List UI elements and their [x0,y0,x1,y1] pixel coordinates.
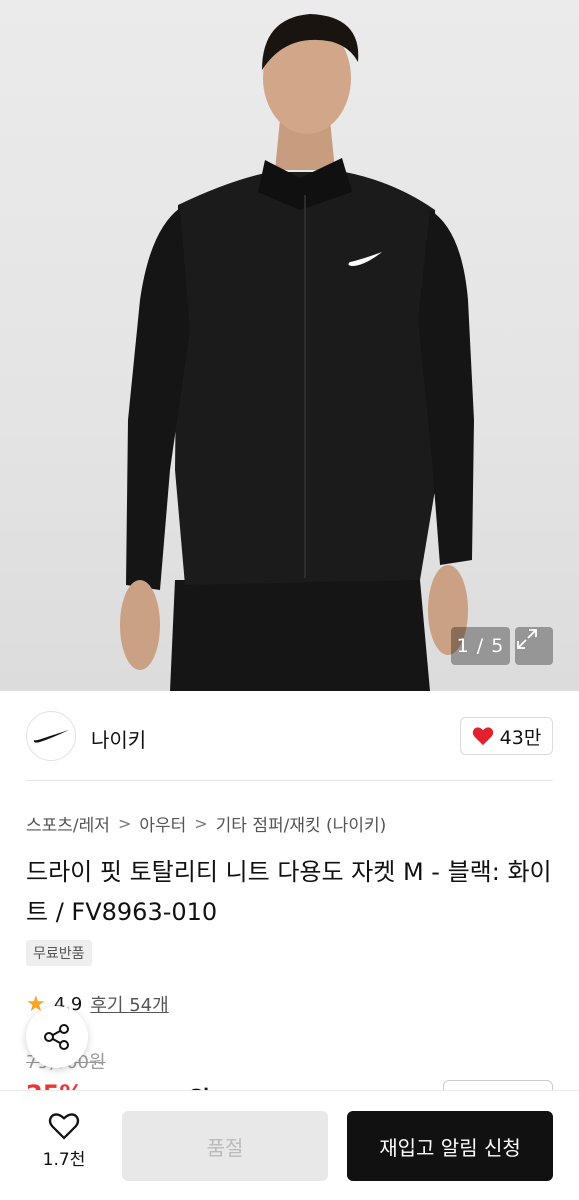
expand-button[interactable] [515,627,553,665]
review-link[interactable]: 후기 54개 [90,991,168,1017]
brand-like-count: 43만 [499,726,542,749]
breadcrumb: 스포츠/레저 > 아우터 > 기타 점퍼/재킷 (나이키) [26,811,386,836]
restock-alert-button[interactable]: 재입고 알림 신청 [347,1111,553,1181]
product-image-gallery[interactable]: 1 / 5 [0,0,579,691]
product-title: 드라이 핏 토탈리티 니트 다용도 자켓 M - 블랙: 화이트 / FV896… [26,858,552,926]
breadcrumb-item-outer[interactable]: 아우터 [139,811,186,836]
expand-icon [517,629,537,649]
heart-outline-icon [48,1113,80,1140]
chevron-right-icon: > [194,814,208,833]
breadcrumb-item-jacket[interactable]: 기타 점퍼/재킷 (나이키) [216,811,387,836]
divider [26,780,553,781]
bottom-action-bar: 1.7천 품절 재입고 알림 신청 [0,1090,579,1200]
free-return-badge: 무료반품 [26,940,92,966]
share-icon [44,1024,69,1050]
heart-filled-icon [472,727,493,746]
wishlist-button[interactable]: 1.7천 [24,1111,104,1181]
image-counter: 1 / 5 [451,627,510,665]
brand-like-button[interactable]: 43만 [460,717,553,755]
brand-name[interactable]: 나이키 [91,724,146,753]
breadcrumb-item-sports[interactable]: 스포츠/레저 [26,811,110,836]
nike-swoosh-icon [33,730,69,743]
brand-logo[interactable] [26,711,76,761]
share-button[interactable] [26,1006,88,1068]
chevron-right-icon: > [117,814,132,833]
product-photo [120,14,474,691]
soldout-button: 품절 [122,1111,328,1181]
wishlist-count: 1.7천 [42,1150,86,1170]
brand-row: 나이키 43만 [0,691,579,781]
